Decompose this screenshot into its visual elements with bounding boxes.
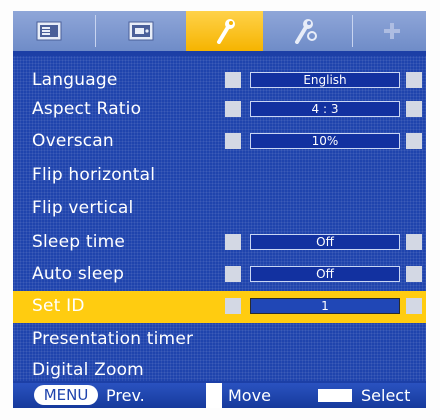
overscan-value: 10% (250, 133, 400, 149)
menu-item-language[interactable]: Language English (13, 65, 426, 97)
menu-item-set-id[interactable]: Set ID 1 (13, 291, 426, 323)
menu-item-label: Flip vertical (32, 198, 134, 218)
tab-picture[interactable] (13, 11, 85, 51)
tab-setup[interactable] (265, 11, 345, 51)
menu-key-badge: MENU (34, 385, 98, 405)
menu-item-label: Set ID (32, 296, 85, 316)
menu-item-label: Language (32, 70, 118, 90)
left-arrow-icon[interactable] (225, 234, 241, 250)
screen-icon (128, 21, 154, 41)
right-arrow-icon[interactable] (406, 72, 422, 88)
auto-sleep-value: Off (250, 266, 400, 282)
left-arrow-icon[interactable] (225, 101, 241, 117)
menu-item-sleep-time[interactable]: Sleep time Off (13, 227, 426, 259)
left-arrow-icon[interactable] (225, 72, 241, 88)
menu-item-auto-sleep[interactable]: Auto sleep Off (13, 259, 426, 291)
move-label: Move (228, 386, 271, 405)
tab-screen[interactable] (105, 11, 177, 51)
right-arrow-icon[interactable] (406, 101, 422, 117)
right-arrow-icon[interactable] (406, 298, 422, 314)
left-arrow-icon[interactable] (225, 133, 241, 149)
menu-item-presentation-timer[interactable]: Presentation timer (13, 324, 426, 356)
wrench-icon (216, 19, 235, 44)
menu-item-label: Sleep time (32, 232, 126, 252)
key-guide-footer: MENU Prev. Move Select (13, 383, 426, 408)
menu-tab-bar (13, 11, 426, 51)
prev-label: Prev. (106, 386, 145, 405)
menu-item-label: Digital Zoom (32, 360, 144, 380)
left-arrow-icon[interactable] (225, 298, 241, 314)
language-value: English (250, 72, 400, 88)
menu-item-flip-vertical[interactable]: Flip vertical (13, 193, 426, 225)
sleep-time-value: Off (250, 234, 400, 250)
menu-item-overscan[interactable]: Overscan 10% (13, 126, 426, 158)
left-arrow-icon[interactable] (225, 266, 241, 282)
tab-extra[interactable] (357, 11, 426, 51)
tab-option[interactable] (186, 11, 263, 51)
menu-item-label: Flip horizontal (32, 165, 156, 185)
select-key-icon (318, 389, 352, 402)
menu-item-label: Presentation timer (32, 329, 194, 349)
right-arrow-icon[interactable] (406, 266, 422, 282)
plus-icon (383, 23, 400, 39)
right-arrow-icon[interactable] (406, 133, 422, 149)
aspect-ratio-value: 4 : 3 (250, 101, 400, 117)
right-arrow-icon[interactable] (406, 234, 422, 250)
move-key-icon (206, 383, 222, 408)
menu-item-label: Overscan (32, 131, 114, 151)
menu-item-aspect-ratio[interactable]: Aspect Ratio 4 : 3 (13, 94, 426, 126)
set-id-value: 1 (250, 298, 400, 314)
menu-item-label: Auto sleep (32, 264, 125, 284)
picture-icon (36, 21, 62, 41)
menu-item-flip-horizontal[interactable]: Flip horizontal (13, 160, 426, 192)
projector-osd-menu: Language English Aspect Ratio 4 : 3 Over… (13, 11, 426, 408)
wrench-gear-icon (295, 19, 317, 44)
option-menu-list: Language English Aspect Ratio 4 : 3 Over… (13, 56, 426, 381)
menu-item-label: Aspect Ratio (32, 99, 142, 119)
select-label: Select (361, 386, 411, 405)
